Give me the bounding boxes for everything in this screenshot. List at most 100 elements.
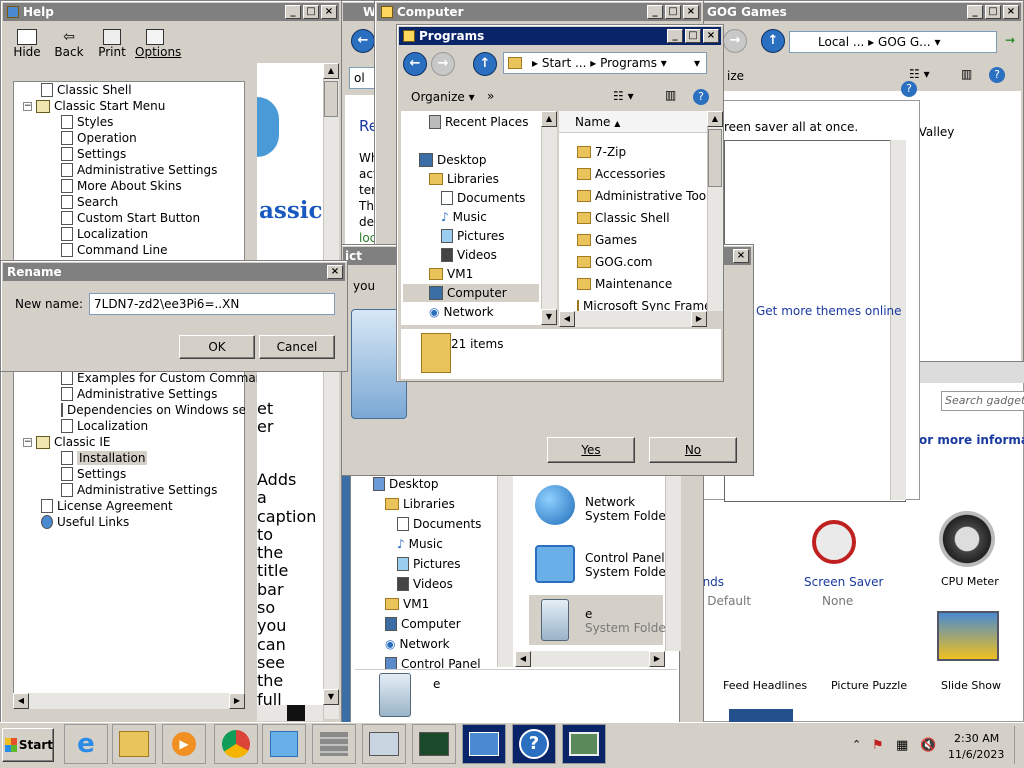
crumb-programs[interactable]: Programs — [600, 56, 657, 70]
scroll-left-arrow[interactable]: ◀ — [559, 311, 575, 327]
nav-libraries[interactable]: Libraries — [429, 172, 499, 186]
back-button[interactable]: ← — [351, 29, 375, 53]
scroll-thumb[interactable] — [708, 129, 722, 187]
scroll-right-arrow[interactable]: ▶ — [229, 693, 245, 709]
tree-item[interactable]: Localization — [61, 419, 148, 433]
crumb-start[interactable]: Start ... — [542, 56, 587, 70]
nav-documents[interactable]: Documents — [441, 191, 525, 205]
print-button[interactable]: Print — [97, 29, 127, 59]
taskbar-control-panel[interactable] — [262, 724, 306, 764]
close-button[interactable]: × — [733, 249, 749, 263]
file-item[interactable]: Administrative Tools — [577, 189, 716, 203]
recycle-bin-icon[interactable] — [541, 599, 569, 641]
tree-item[interactable]: Administrative Settings — [61, 163, 217, 177]
nav-vm1[interactable]: VM1 — [429, 267, 473, 281]
up-button[interactable]: ↑ — [473, 52, 497, 76]
show-desktop-button[interactable] — [1014, 726, 1022, 764]
computer-items-scrollbar[interactable] — [665, 471, 681, 651]
gog-crumb-2[interactable]: GOG G... — [878, 35, 931, 49]
network-item-icon[interactable] — [535, 485, 575, 525]
nav-pictures[interactable]: Pictures — [441, 229, 505, 243]
nav-music[interactable]: ♪ Music — [441, 210, 487, 224]
nav-computer[interactable]: Computer — [403, 284, 539, 302]
scroll-up-arrow[interactable]: ▲ — [541, 111, 557, 127]
scroll-right-arrow[interactable]: ▶ — [649, 651, 665, 667]
minimize-button[interactable]: _ — [967, 5, 983, 19]
gadget-thumbnail[interactable] — [729, 709, 793, 723]
taskbar-app-remote[interactable] — [462, 724, 506, 764]
go-arrow-icon[interactable]: → — [1005, 33, 1015, 47]
network-tray-icon[interactable]: ▦ — [896, 738, 908, 753]
tree-item[interactable]: Classic Shell — [41, 83, 132, 97]
action-center-icon[interactable]: ⚑ — [872, 738, 884, 753]
tree-item[interactable]: License Agreement — [41, 499, 173, 513]
tree-item[interactable]: Settings — [61, 147, 126, 161]
programs-nav-scrollbar[interactable] — [541, 111, 557, 325]
tree-item[interactable]: Dependencies on Windows settings — [61, 403, 245, 417]
nav-recent-places[interactable]: Recent Places — [429, 115, 528, 129]
nav-videos[interactable]: Videos — [397, 577, 453, 591]
taskbar-ie[interactable]: e — [64, 724, 108, 764]
nav-videos[interactable]: Videos — [441, 248, 497, 262]
close-button[interactable]: × — [321, 5, 337, 19]
tree-item[interactable]: − Classic IE — [23, 435, 110, 449]
file-item[interactable]: Classic Shell — [577, 211, 670, 225]
scroll-thumb[interactable] — [324, 81, 338, 117]
taskbar-app-display[interactable] — [562, 724, 606, 764]
file-item[interactable]: Games — [577, 233, 637, 247]
no-button[interactable]: No — [649, 437, 737, 463]
slide-show-icon[interactable] — [937, 611, 999, 661]
tree-item[interactable]: Search — [61, 195, 118, 209]
yes-button[interactable]: Yes — [547, 437, 635, 463]
tree-item[interactable]: Administrative Settings — [61, 483, 217, 497]
tree-item[interactable]: More About Skins — [61, 179, 182, 193]
minimize-button[interactable]: _ — [285, 5, 301, 19]
scroll-down-arrow[interactable]: ▼ — [541, 309, 557, 325]
collapse-icon[interactable]: − — [23, 437, 32, 447]
start-button[interactable]: Start — [2, 728, 54, 762]
nav-desktop[interactable]: Desktop — [419, 153, 487, 167]
clock-time[interactable]: 2:30 AM — [954, 732, 999, 745]
hide-button[interactable]: Hide — [13, 29, 41, 59]
programs-files-hscrollbar[interactable] — [559, 311, 707, 327]
address-dropdown-icon[interactable]: ▾ — [694, 53, 700, 73]
tree-item[interactable]: Styles — [61, 115, 113, 129]
collapse-icon[interactable]: − — [23, 101, 32, 111]
tree-item[interactable]: Operation — [61, 131, 137, 145]
preview-pane-icon[interactable]: ▥ — [961, 67, 972, 81]
show-hidden-icons[interactable]: ⌃ — [852, 738, 861, 751]
gadget-label-slide-show[interactable]: Slide Show — [941, 679, 1001, 692]
gadget-more-info-link[interactable]: or more information — [919, 433, 1024, 447]
help-icon-small[interactable]: ? — [901, 81, 917, 97]
file-item[interactable]: Maintenance — [577, 277, 672, 291]
gadget-label-picture-puzzle[interactable]: Picture Puzzle — [831, 679, 907, 692]
up-button[interactable]: ↑ — [761, 29, 785, 53]
network-item-name[interactable]: Network — [585, 495, 635, 509]
view-options-icon[interactable]: ☷ ▾ — [909, 67, 930, 81]
hscroll-thumb[interactable] — [287, 705, 305, 721]
close-button[interactable]: × — [703, 29, 719, 43]
tree-item-selected[interactable]: Installation — [61, 451, 148, 465]
taskbar-explorer[interactable] — [112, 724, 156, 764]
cpu-meter-icon[interactable] — [939, 511, 995, 567]
new-name-input[interactable]: 7LDN7-zd2\ee3Pi6=..XN — [89, 293, 335, 315]
nav-documents[interactable]: Documents — [397, 517, 481, 531]
programs-address-bar[interactable]: ▸ Start ... ▸ Programs ▾ ▾ — [503, 52, 707, 74]
help-icon[interactable]: ? — [989, 67, 1005, 83]
rename-title-bar[interactable]: Rename — [3, 263, 345, 281]
scroll-left-arrow[interactable]: ◀ — [13, 693, 29, 709]
screen-saver-icon[interactable] — [812, 520, 856, 564]
tree-item[interactable]: Examples for Custom Commands — [61, 371, 277, 385]
computer-nav-scrollbar[interactable] — [497, 471, 513, 667]
clock-date[interactable]: 11/6/2023 — [948, 748, 1004, 761]
minimize-button[interactable]: _ — [667, 29, 683, 43]
nav-network[interactable]: ◉ Network — [385, 637, 450, 651]
nav-pictures[interactable]: Pictures — [397, 557, 461, 571]
view-options-icon[interactable]: ☷ ▾ — [613, 89, 634, 103]
column-header-name[interactable]: Name ▲ — [559, 111, 707, 133]
nav-music[interactable]: ♪ Music — [397, 537, 443, 551]
maximize-button[interactable]: □ — [303, 5, 319, 19]
close-button[interactable]: × — [327, 265, 343, 279]
nav-libraries[interactable]: Libraries — [385, 497, 455, 511]
options-button[interactable]: Options — [135, 29, 181, 59]
